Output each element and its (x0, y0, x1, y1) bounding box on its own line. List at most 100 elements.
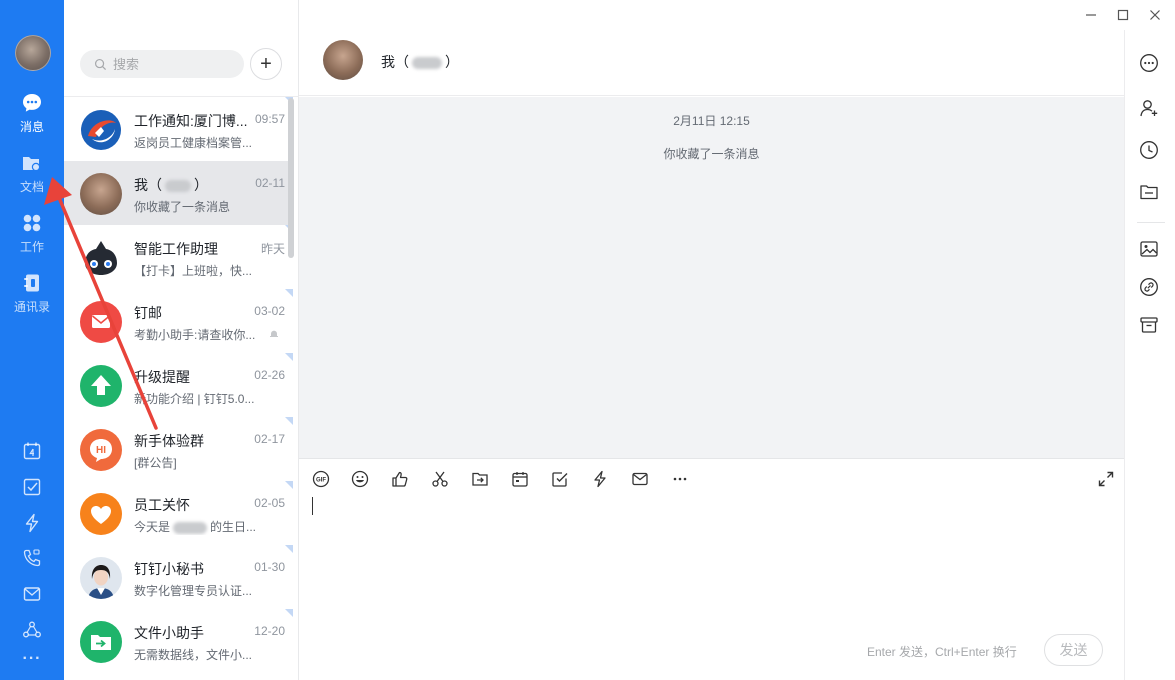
redacted-name (165, 180, 191, 192)
conversation-preview: 新功能介绍 | 钉钉5.0... (134, 390, 264, 407)
plus-icon: + (260, 53, 272, 76)
chat-panel: 我（） 2月11日 12:15 你收藏了一条消息 GIF (299, 0, 1124, 680)
pin-corner (285, 289, 293, 297)
chat-avatar[interactable] (323, 40, 363, 80)
conversation-name: 文件小助手 (134, 623, 254, 643)
robot-assistant-avatar (80, 237, 122, 279)
todo-nav-button[interactable] (0, 477, 64, 497)
add-member-button[interactable] (1139, 98, 1161, 120)
ding-nav-button[interactable] (0, 513, 64, 533)
more-nav-button[interactable]: ··· (0, 650, 64, 668)
conversation-item[interactable]: HI 新手体验群 02-17 [群公告] (64, 417, 293, 481)
history-button[interactable] (1139, 140, 1161, 162)
chat-settings-button[interactable] (1139, 53, 1161, 75)
conversation-preview: 无需数据线，文件小... (134, 646, 264, 663)
screenshot-button[interactable] (429, 468, 451, 490)
call-nav-button[interactable] (0, 548, 64, 568)
folder-cloud-icon (21, 152, 43, 174)
org-nav-button[interactable] (0, 620, 64, 640)
favorites-button[interactable] (1139, 315, 1161, 337)
search-input[interactable] (113, 57, 233, 72)
nav-item-contacts[interactable]: 通讯录 (0, 266, 64, 322)
checkbox-icon (551, 470, 569, 488)
conversation-item[interactable]: 钉邮 03-02 考勤小助手:请查收你... (64, 289, 293, 353)
links-button[interactable] (1139, 277, 1161, 299)
folder-icon (1139, 182, 1159, 202)
text-input-cursor[interactable] (312, 497, 313, 515)
conversation-preview: 你收藏了一条消息 (134, 198, 264, 215)
title-suffix: ） (445, 54, 459, 70)
upgrade-arrow-avatar (80, 365, 122, 407)
svg-text:GIF: GIF (316, 477, 326, 483)
emoji-button[interactable] (349, 468, 371, 490)
calendar-nav-button[interactable] (0, 441, 64, 461)
work-notice-logo (80, 109, 122, 151)
pin-corner (285, 609, 293, 617)
list-scrollbar[interactable] (288, 98, 294, 258)
expand-icon (1097, 470, 1115, 488)
conversation-time: 09:57 (255, 112, 285, 126)
conversation-preview: 返岗员工健康档案管... (134, 134, 264, 151)
preview-prefix: 今天是 (134, 520, 170, 534)
conversation-item[interactable]: 我（） 02-11 你收藏了一条消息 (64, 161, 293, 225)
chat-bubble-icon (21, 92, 43, 114)
apps-grid-icon (21, 212, 43, 234)
mail-nav-button[interactable] (0, 584, 64, 604)
conversation-time: 02-17 (254, 432, 285, 446)
conversation-time: 12-20 (254, 624, 285, 638)
calendar-icon (511, 470, 529, 488)
conversation-item[interactable]: 智能工作助理 昨天 【打卡】上班啦，快... (64, 225, 293, 289)
pin-corner (285, 417, 293, 425)
schedule-button[interactable] (509, 468, 531, 490)
images-button[interactable] (1139, 239, 1161, 261)
nav-item-messages[interactable]: 消息 (0, 86, 64, 142)
conversation-item[interactable]: 钉钉小秘书 01-30 数字化管理专员认证... (64, 545, 293, 609)
more-icon (671, 470, 689, 488)
more-tools-button[interactable] (669, 468, 691, 490)
conversation-name: 智能工作助理 (134, 239, 254, 259)
conversation-time: 01-30 (254, 560, 285, 574)
redacted-name (412, 57, 442, 69)
close-button[interactable] (1146, 6, 1164, 24)
right-tool-rail (1124, 30, 1175, 680)
nav-label: 工作 (20, 238, 44, 255)
heart-avatar (80, 493, 122, 535)
conversation-preview: [群公告] (134, 454, 264, 471)
mute-bell-icon (269, 329, 279, 339)
expand-editor-button[interactable] (1095, 468, 1117, 490)
nav-label: 消息 (20, 118, 44, 135)
gif-button[interactable]: GIF (310, 468, 332, 490)
system-message: 你收藏了一条消息 (299, 145, 1124, 162)
search-box[interactable] (80, 50, 244, 78)
my-avatar[interactable] (15, 35, 51, 71)
files-button[interactable] (1139, 182, 1161, 204)
conversation-preview: 今天是的生日... (134, 518, 264, 535)
gif-icon: GIF (312, 470, 330, 488)
ding-button[interactable] (589, 468, 611, 490)
pin-corner (285, 545, 293, 553)
nav-item-docs[interactable]: 文档 (0, 146, 64, 202)
checkbox-icon (22, 477, 42, 497)
mail-avatar (80, 301, 122, 343)
file-transfer-avatar (80, 621, 122, 663)
phone-video-icon (22, 548, 42, 568)
conversation-name: 员工关怀 (134, 495, 254, 515)
todo-button[interactable] (549, 468, 571, 490)
conversation-name: 新手体验群 (134, 431, 254, 451)
mail-button[interactable] (629, 468, 651, 490)
like-button[interactable] (389, 468, 411, 490)
mail-icon (22, 584, 42, 604)
conversation-name: 钉邮 (134, 303, 254, 323)
conversation-name: 升级提醒 (134, 367, 254, 387)
add-button[interactable]: + (250, 48, 282, 80)
send-button[interactable]: 发送 (1044, 634, 1103, 666)
pin-corner (285, 481, 293, 489)
conversation-item[interactable]: 文件小助手 12-20 无需数据线，文件小... (64, 609, 293, 673)
conversation-name: 工作通知:厦门博... (134, 111, 254, 131)
send-file-button[interactable] (469, 468, 491, 490)
nav-item-work[interactable]: 工作 (0, 206, 64, 262)
conversation-item[interactable]: 员工关怀 02-05 今天是的生日... (64, 481, 293, 545)
conversation-item[interactable]: 工作通知:厦门博... 09:57 返岗员工健康档案管... (64, 97, 293, 161)
org-network-icon (22, 620, 42, 640)
conversation-item[interactable]: 升级提醒 02-26 新功能介绍 | 钉钉5.0... (64, 353, 293, 417)
